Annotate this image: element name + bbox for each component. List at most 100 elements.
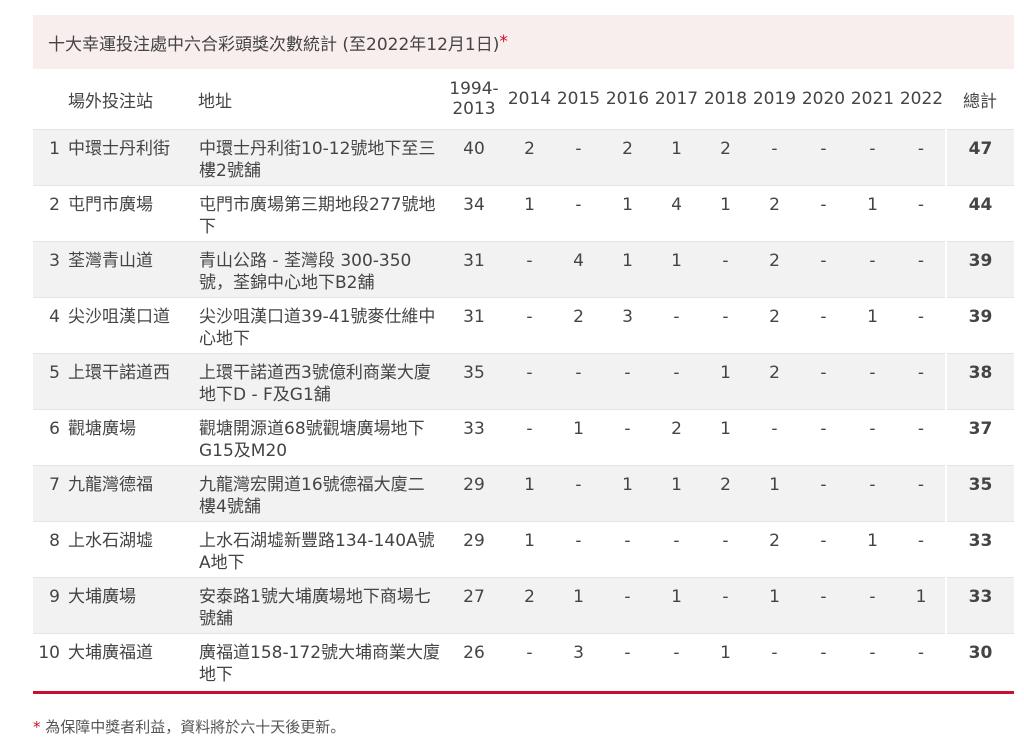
- cell-total: 47: [945, 129, 1014, 186]
- table-row: 3 荃灣青山道 青山公路 - 荃灣段 300-350號，荃錦中心地下B2舖 31-4 1…: [33, 241, 1014, 298]
- cell-2022: -: [897, 633, 946, 690]
- cell-2020: -: [799, 409, 848, 466]
- cell-2020: -: [799, 129, 848, 186]
- cell-address: 安泰路1號大埔廣場地下商場七號舖: [198, 577, 443, 634]
- cell-2015: -: [554, 353, 603, 410]
- cell-2021: 1: [848, 297, 897, 354]
- header-total: 總計: [963, 91, 997, 112]
- cell-2016: -: [603, 633, 652, 690]
- cell-2017: 2: [652, 409, 701, 466]
- cell-2014: -: [505, 297, 554, 354]
- cell-station: 上水石湖墟: [68, 521, 198, 578]
- cell-2016: -: [603, 577, 652, 634]
- cell-rank: 7: [33, 465, 68, 522]
- cell-2020: -: [799, 577, 848, 634]
- cell-2016: 1: [603, 185, 652, 242]
- cell-2018: -: [701, 577, 750, 634]
- cell-1994-2013: 33: [443, 409, 505, 466]
- cell-2016: -: [603, 521, 652, 578]
- cell-2022: 1: [897, 577, 946, 634]
- cell-1994-2013: 31: [443, 241, 505, 298]
- footnote-asterisk: *: [33, 718, 41, 736]
- cell-2014: -: [505, 241, 554, 298]
- cell-2016: 1: [603, 465, 652, 522]
- cell-total: 39: [945, 297, 1014, 354]
- cell-2022: -: [897, 521, 946, 578]
- cell-2015: 2: [554, 297, 603, 354]
- cell-2018: 1: [701, 185, 750, 242]
- cell-station: 大埔廣福道: [68, 633, 198, 690]
- cell-rank: 6: [33, 409, 68, 466]
- cell-station: 尖沙咀漢口道: [68, 297, 198, 354]
- cell-address: 青山公路 - 荃灣段 300-350號，荃錦中心地下B2舖: [198, 241, 443, 298]
- cell-rank: 1: [33, 129, 68, 186]
- table-row: 2 屯門市廣場 屯門市廣場第三期地段277號地下 34 1-1 4 1 2-1-44: [33, 185, 1014, 242]
- cell-2014: 2: [505, 129, 554, 186]
- cell-station: 大埔廣場: [68, 577, 198, 634]
- cell-2015: 1: [554, 409, 603, 466]
- cell-2014: -: [505, 409, 554, 466]
- cell-1994-2013: 40: [443, 129, 505, 186]
- cell-2015: 3: [554, 633, 603, 690]
- cell-total: 35: [945, 465, 1014, 522]
- cell-1994-2013: 31: [443, 297, 505, 354]
- cell-2020: -: [799, 297, 848, 354]
- cell-total: 33: [945, 521, 1014, 578]
- cell-2020: -: [799, 185, 848, 242]
- cell-2016: -: [603, 353, 652, 410]
- cell-2020: -: [799, 633, 848, 690]
- table-body: 1 中環士丹利街 中環士丹利街10-12號地下至三樓2號舖 40 2-2 1 2- - - -47…: [33, 129, 1014, 690]
- cell-2020: -: [799, 353, 848, 410]
- cell-total: 30: [945, 633, 1014, 690]
- table-title-text: 十大幸運投注處中六合彩頭獎次數統計 (至2022年12月1日): [48, 34, 500, 55]
- cell-2017: 1: [652, 465, 701, 522]
- cell-2017: -: [652, 521, 701, 578]
- cell-2018: 2: [701, 465, 750, 522]
- header-rank: [33, 69, 68, 130]
- cell-2016: 2: [603, 129, 652, 186]
- lottery-stats-panel: 十大幸運投注處中六合彩頭獎次數統計 (至2022年12月1日) * 場外投注站 地…: [33, 15, 1014, 694]
- cell-2019: -: [750, 409, 799, 466]
- header-2015: 2015: [556, 89, 601, 109]
- cell-2018: 1: [701, 409, 750, 466]
- cell-2020: -: [799, 465, 848, 522]
- cell-2021: -: [848, 409, 897, 466]
- cell-1994-2013: 29: [443, 521, 505, 578]
- cell-2017: 1: [652, 577, 701, 634]
- cell-2019: 1: [750, 465, 799, 522]
- cell-2017: 1: [652, 129, 701, 186]
- header-range-end: 2013: [452, 99, 496, 119]
- table-title: 十大幸運投注處中六合彩頭獎次數統計 (至2022年12月1日) *: [33, 15, 1014, 69]
- cell-address: 觀塘開源道68號觀塘廣場地下G15及M20: [198, 409, 443, 466]
- cell-2022: -: [897, 409, 946, 466]
- table-bottom-rule: [33, 690, 1014, 694]
- cell-2021: -: [848, 577, 897, 634]
- header-2017: 2017: [654, 89, 699, 109]
- cell-2019: 2: [750, 297, 799, 354]
- header-range-start: 1994-: [449, 79, 499, 99]
- table-row: 1 中環士丹利街 中環士丹利街10-12號地下至三樓2號舖 40 2-2 1 2- - - -47: [33, 129, 1014, 186]
- header-2016: 2016: [605, 89, 650, 109]
- header-2018: 2018: [703, 89, 748, 109]
- cell-2017: 4: [652, 185, 701, 242]
- table-row: 10 大埔廣福道 廣福道158-172號大埔商業大廈地下 26-3- -1- - - -30: [33, 633, 1014, 690]
- cell-2017: 1: [652, 241, 701, 298]
- cell-2014: 1: [505, 521, 554, 578]
- cell-2021: 1: [848, 521, 897, 578]
- cell-2014: -: [505, 353, 554, 410]
- cell-station: 荃灣青山道: [68, 241, 198, 298]
- header-address: 地址: [198, 91, 232, 112]
- header-2021: 2021: [850, 89, 895, 109]
- footnote-text: 為保障中獎者利益，資料將於六十天後更新。: [40, 718, 346, 736]
- header-1994-2013-text: 1994- 2013: [449, 79, 498, 119]
- cell-2021: -: [848, 465, 897, 522]
- cell-station: 中環士丹利街: [68, 129, 198, 186]
- table-row: 4 尖沙咀漢口道 尖沙咀漢口道39-41號麥仕維中心地下 31-2 3- -2-1-39: [33, 297, 1014, 354]
- cell-rank: 4: [33, 297, 68, 354]
- cell-2014: -: [505, 633, 554, 690]
- table-row: 7 九龍灣德福 九龍灣宏開道16號德福大廈二樓4號舖 29 1-1 1 2 1- - -35: [33, 465, 1014, 522]
- cell-2019: -: [750, 129, 799, 186]
- footnote: * 為保障中獎者利益，資料將於六十天後更新。: [33, 716, 345, 737]
- cell-2022: -: [897, 465, 946, 522]
- cell-rank: 5: [33, 353, 68, 410]
